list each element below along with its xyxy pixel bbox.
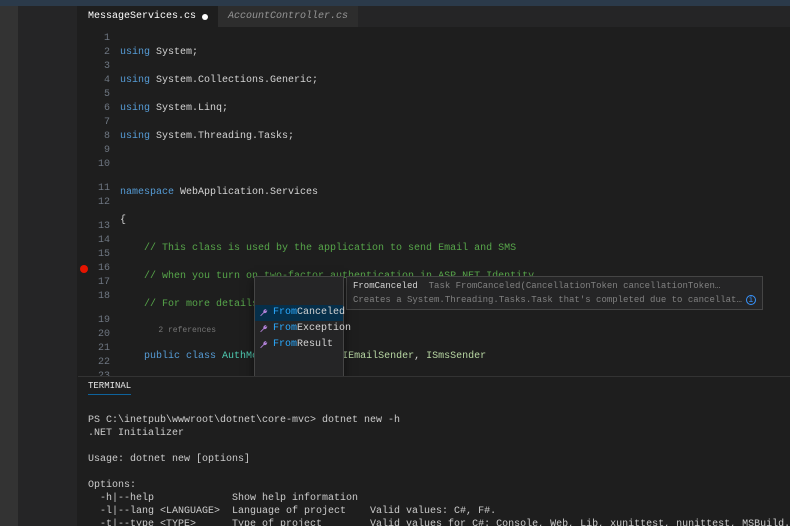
dirty-indicator-icon (202, 14, 208, 20)
bottom-panel: TERMINAL PS C:\inetpub\wwwroot\dotnet\co… (78, 376, 790, 526)
line-number: 14 (78, 234, 110, 248)
panel-tab-terminal[interactable]: TERMINAL (88, 381, 131, 395)
line-number: 9 (78, 144, 110, 158)
terminal-cmd: dotnet new -h (316, 415, 400, 426)
panel-tabs: TERMINAL (78, 377, 790, 395)
hint-sig: Task FromCanceled(CancellationToken canc… (429, 281, 721, 291)
intellisense-item[interactable]: FromResult (255, 337, 343, 353)
line-number: 19 (78, 314, 110, 328)
line-number: 7 (78, 116, 110, 130)
minimap[interactable] (774, 28, 790, 376)
method-icon (259, 308, 269, 318)
namespace: System.Collections.Generic; (156, 75, 318, 86)
line-number: 23 (78, 370, 110, 376)
keyword: using (120, 47, 150, 58)
terminal-output: .NET Initializer (88, 428, 184, 439)
keyword: using (120, 75, 150, 86)
namespace: System.Threading.Tasks; (156, 131, 294, 142)
method-icon (259, 340, 269, 350)
namespace: WebApplication.Services (180, 187, 318, 198)
intellisense-item[interactable]: FromException (255, 321, 343, 337)
line-number: 4 (78, 74, 110, 88)
info-icon[interactable]: i (746, 295, 756, 305)
line-number: 13 (78, 220, 110, 234)
code-content[interactable]: using System; using System.Collections.G… (120, 28, 774, 376)
codelens[interactable]: 2 references (158, 326, 216, 335)
tab-message-services[interactable]: MessageServices.cs (78, 6, 218, 27)
tab-label: MessageServices.cs (88, 11, 196, 22)
intellisense-signature: FromCanceled Task FromCanceled(Cancellat… (346, 276, 763, 310)
hint-prefix: From (353, 281, 375, 291)
terminal-prompt: PS C:\inetpub\wwwroot\dotnet\core-mvc> (88, 415, 316, 426)
line-number: 18 (78, 290, 110, 304)
line-number: 22 (78, 356, 110, 370)
line-number: 12 (78, 196, 110, 210)
line-number: 17 (78, 276, 110, 290)
tab-label: AccountController.cs (228, 11, 348, 22)
terminal-output: Usage: dotnet new [options] (88, 454, 250, 465)
interface: IEmailSender (342, 351, 414, 362)
line-number: 1 (78, 32, 110, 46)
line-number: 6 (78, 102, 110, 116)
line-number: 8 (78, 130, 110, 144)
line-number: 3 (78, 60, 110, 74)
tab-account-controller[interactable]: AccountController.cs (218, 6, 358, 27)
keyword: namespace (120, 187, 174, 198)
interface: ISmsSender (426, 351, 486, 362)
line-number: 21 (78, 342, 110, 356)
terminal-output: -h|--help Show help information (88, 493, 358, 504)
brace: { (120, 215, 126, 226)
line-number: 10 (78, 158, 110, 172)
keyword: public class (144, 351, 216, 362)
terminal-output: -l|--lang <LANGUAGE> Language of project… (88, 506, 496, 517)
editor-tabs: MessageServices.cs AccountController.cs (78, 6, 790, 28)
line-number: 15 (78, 248, 110, 262)
line-number-gutter: 12345678910 1112 131415161718 1920212223… (78, 28, 120, 376)
terminal-output: -t|--type <TYPE> Type of project Valid v… (88, 519, 790, 526)
line-number: 5 (78, 88, 110, 102)
line-number: 11 (78, 182, 110, 196)
keyword: using (120, 103, 150, 114)
terminal-output: Options: (88, 480, 136, 491)
intellisense-popup[interactable]: FromCanceledFromExceptionFromResult (254, 276, 344, 376)
breakpoint-icon[interactable] (80, 265, 88, 273)
hint-desc: Creates a System.Threading.Tasks.Task th… (353, 295, 742, 305)
intellisense-item[interactable]: FromCanceled (255, 305, 343, 321)
keyword: using (120, 131, 150, 142)
side-bar[interactable] (18, 6, 78, 526)
terminal[interactable]: PS C:\inetpub\wwwroot\dotnet\core-mvc> d… (78, 395, 790, 526)
line-number: 20 (78, 328, 110, 342)
code-editor[interactable]: 12345678910 1112 131415161718 1920212223… (78, 28, 790, 376)
namespace: System.Linq; (156, 103, 228, 114)
method-icon (259, 324, 269, 334)
line-number: 2 (78, 46, 110, 60)
comment: // This class is used by the application… (144, 243, 516, 254)
punct: , (414, 351, 426, 362)
hint-name: Canceled (375, 281, 418, 291)
namespace: System; (156, 47, 198, 58)
activity-bar[interactable] (0, 6, 18, 526)
